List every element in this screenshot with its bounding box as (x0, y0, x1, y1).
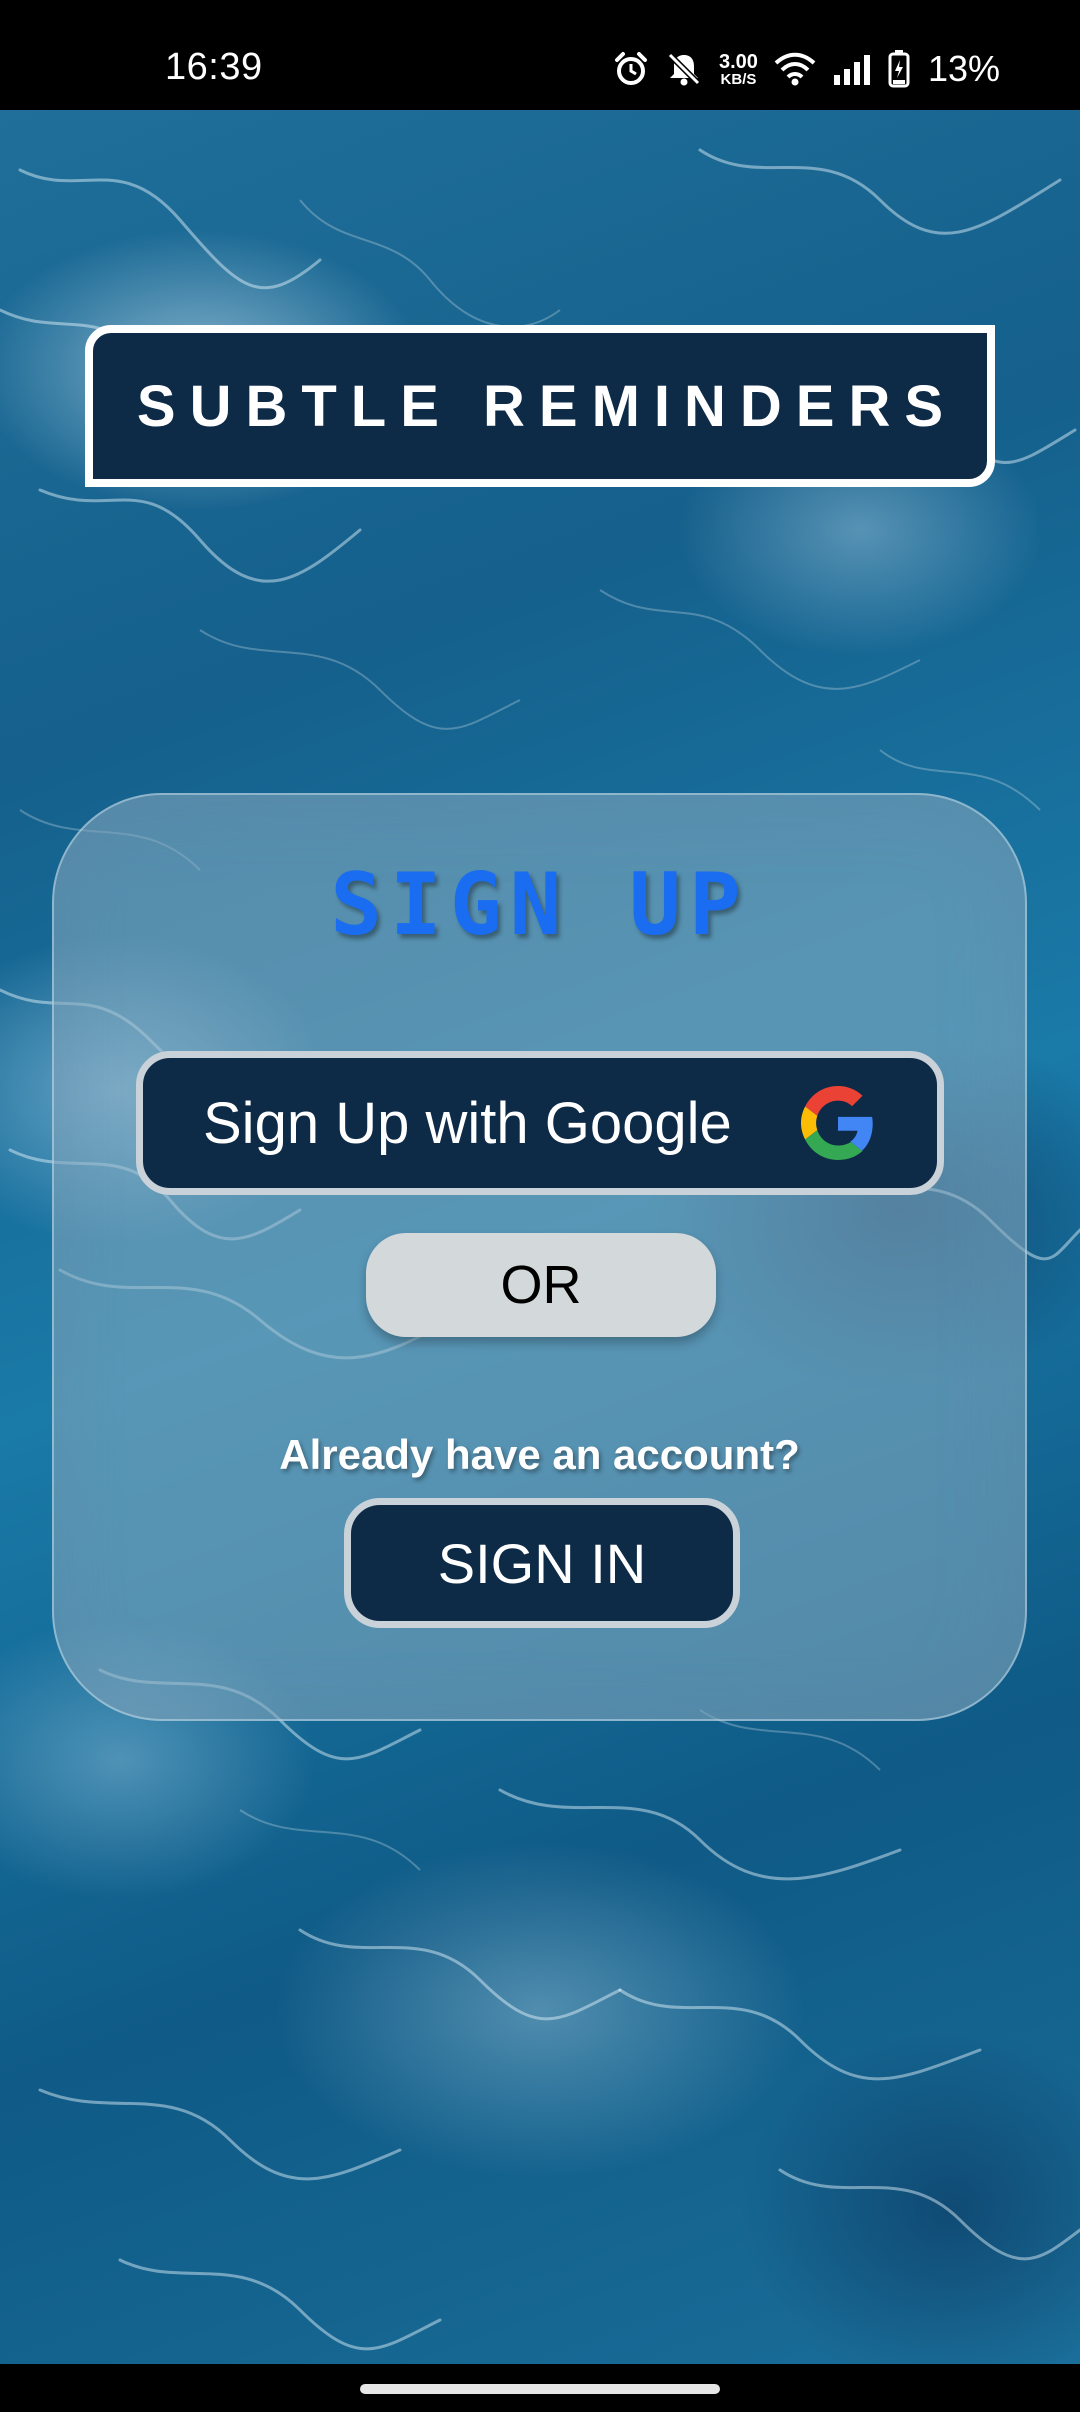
app-title-banner: SUBTLE REMINDERS (85, 325, 995, 487)
battery-percent: 13% (927, 48, 1000, 89)
alarm-icon (615, 52, 647, 85)
or-divider: OR (366, 1233, 716, 1337)
signal-icon (833, 55, 870, 85)
google-sign-up-label: Sign Up with Google (203, 1090, 732, 1156)
net-speed: 3.00 KB/S (719, 52, 758, 87)
home-gesture-handle[interactable] (360, 2384, 720, 2394)
navigation-bar (0, 2364, 1080, 2412)
wifi-icon (774, 52, 816, 86)
screen: 16:39 3.00 KB/S 13% SUBTLE REMINDERS SIG… (0, 0, 1080, 2412)
sign-up-card: SIGN UP Sign Up with Google OR Already h… (52, 793, 1027, 1721)
sign-up-heading: SIGN UP (330, 855, 749, 955)
net-speed-value: 3.00 (719, 50, 758, 73)
status-bar: 16:39 3.00 KB/S 13% (0, 0, 1080, 110)
already-have-account-text: Already have an account? (279, 1431, 800, 1478)
google-g-icon (801, 1086, 873, 1160)
status-icons: 3.00 KB/S 13% (613, 46, 1000, 92)
google-sign-up-button[interactable]: Sign Up with Google (136, 1051, 944, 1195)
sign-in-button[interactable]: SIGN IN (344, 1498, 740, 1628)
app-title: SUBTLE REMINDERS (136, 373, 958, 439)
battery-charging-icon (888, 50, 910, 88)
status-time: 16:39 (165, 46, 263, 88)
mute-icon (667, 52, 701, 86)
net-speed-unit: KB/S (720, 70, 757, 88)
